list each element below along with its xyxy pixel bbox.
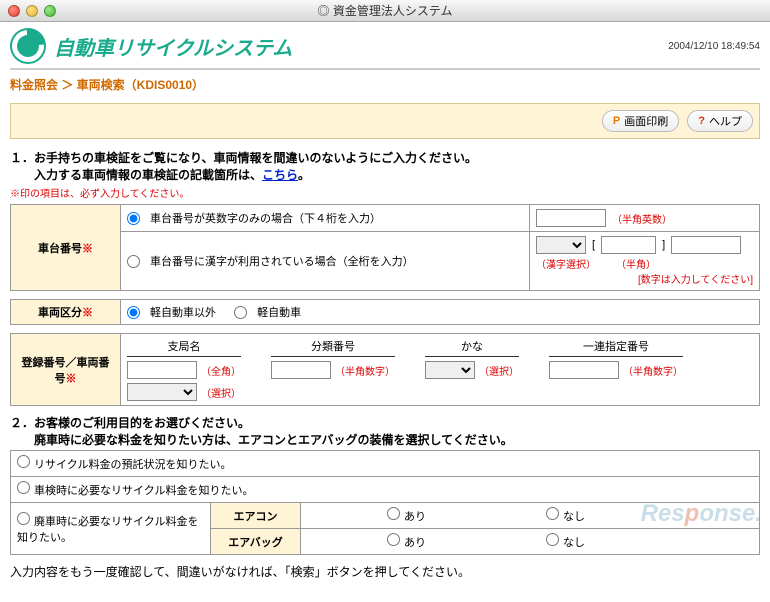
section1-title: １．お手持ちの車検証をご覧になり、車両情報を間違いのないようにご入力ください。 … (10, 149, 760, 183)
recycle-logo-icon (10, 28, 46, 64)
help-link[interactable]: こちら (262, 168, 298, 182)
purpose-opt2-radio[interactable] (17, 481, 30, 494)
airbag-no-radio[interactable] (546, 533, 559, 546)
reg-serial-input[interactable] (549, 361, 619, 379)
zoom-icon[interactable] (44, 5, 56, 17)
chassis-bracket-input[interactable] (601, 236, 656, 254)
reg-bureau-select[interactable] (127, 383, 197, 401)
footer-note: 入力内容をもう一度確認して、間違いがなければ、「検索」ボタンを押してください。 (10, 563, 760, 580)
window-titlebar: 資金管理法人システム (0, 0, 770, 22)
purpose-opt3-radio[interactable] (17, 512, 30, 525)
chassis-full-input[interactable] (671, 236, 741, 254)
window-title: 資金管理法人システム (318, 2, 453, 19)
chassis-last4-input[interactable] (536, 209, 606, 227)
minimize-icon[interactable] (26, 5, 38, 17)
vclass-table: 車両区分※ 軽自動車以外 軽自動車 (10, 299, 760, 325)
purpose-opt1-radio[interactable] (17, 455, 30, 468)
toolbar: P画面印刷 ?ヘルプ (10, 103, 760, 139)
vclass-opt2-radio[interactable] (234, 306, 247, 319)
app-title: 自動車リサイクルシステム (54, 32, 292, 61)
purpose-table: リサイクル料金の預託状況を知りたい。 車検時に必要なリサイクル料金を知りたい。 … (10, 450, 760, 555)
chassis-opt2-radio[interactable] (127, 255, 140, 268)
chassis-kanji-select[interactable] (536, 236, 586, 254)
print-button[interactable]: P画面印刷 (602, 110, 679, 132)
reg-table: 登録番号／車両番号※ 支局名 （全角） （選択） 分類番号 （半角数字） かな … (10, 333, 760, 406)
required-note: ※印の項目は、必ず入力してください。 (10, 185, 760, 200)
close-icon[interactable] (8, 5, 20, 17)
breadcrumb: 料金照会 ＞ 車両検索（KDIS0010） (10, 76, 760, 93)
chassis-table: 車台番号※ 車台番号が英数字のみの場合（下４桁を入力） （半角英数） 車台番号に… (10, 204, 760, 291)
chassis-opt1-radio[interactable] (127, 212, 140, 225)
reg-bureau-input[interactable] (127, 361, 197, 379)
reg-class-input[interactable] (271, 361, 331, 379)
aircon-no-radio[interactable] (546, 507, 559, 520)
vclass-opt1-radio[interactable] (127, 306, 140, 319)
section2-title: ２．お客様のご利用目的をお選びください。 廃車時に必要な料金を知りたい方は、エア… (10, 414, 760, 448)
help-button[interactable]: ?ヘルプ (687, 110, 753, 132)
timestamp: 2004/12/10 18:49:54 (668, 41, 760, 52)
aircon-yes-radio[interactable] (387, 507, 400, 520)
reg-kana-select[interactable] (425, 361, 475, 379)
airbag-yes-radio[interactable] (387, 533, 400, 546)
